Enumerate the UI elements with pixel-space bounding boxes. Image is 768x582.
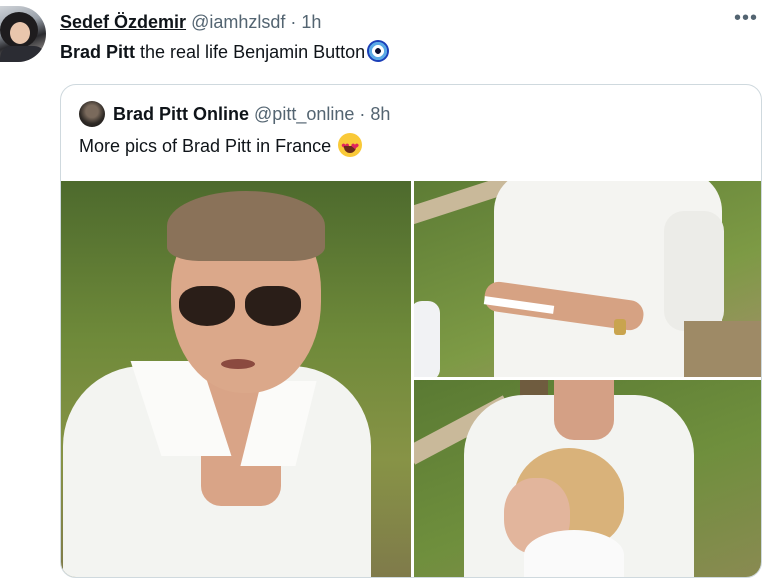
quoted-separator-dot: · (359, 104, 366, 124)
photo-3[interactable] (414, 380, 761, 577)
heart-eyes-emoji-icon (338, 133, 363, 161)
quoted-tweet[interactable]: Brad Pitt Online @pitt_online · 8h More … (60, 84, 762, 578)
author-avatar[interactable] (0, 6, 46, 62)
quoted-tweet-header: Brad Pitt Online @pitt_online · 8h (113, 101, 390, 127)
author-name[interactable]: Sedef Özdemir (60, 12, 186, 32)
tweet[interactable]: Sedef Özdemir @iamhzlsdf · 1h ••• Brad P… (0, 0, 768, 582)
quoted-tweet-text: More pics of Brad Pitt in France (79, 133, 363, 161)
media-grid (61, 181, 761, 577)
sunglasses-lens-left (179, 286, 235, 326)
separator-dot: · (290, 12, 297, 32)
avatar-face (10, 22, 30, 44)
sunglasses (179, 286, 301, 328)
photo-2[interactable] (414, 181, 761, 377)
quoted-author-name[interactable]: Brad Pitt Online (113, 104, 249, 124)
watch-icon (614, 319, 626, 335)
quoted-tweet-timestamp[interactable]: 8h (370, 104, 390, 124)
sunglasses-lens-right (245, 286, 301, 326)
photo-3-neck (554, 380, 614, 440)
quoted-text: More pics of Brad Pitt in France (79, 136, 332, 156)
photo-3-white-hat (524, 530, 624, 577)
quoted-author-avatar[interactable] (79, 101, 105, 127)
photo-1[interactable] (61, 181, 411, 577)
nazar-amulet-icon (367, 40, 390, 62)
tweet-text-bold: Brad Pitt (60, 42, 136, 62)
photo-2-side-figure (414, 301, 440, 377)
tweet-text: Brad Pitt the real life Benjamin Button (60, 40, 390, 64)
quoted-author-handle[interactable]: @pitt_online (254, 104, 354, 124)
tweet-header: Sedef Özdemir @iamhzlsdf · 1h (60, 10, 321, 34)
photo-2-sleeve (664, 211, 724, 331)
tweet-text-rest: the real life Benjamin Button (135, 42, 366, 62)
author-handle[interactable]: @iamhzlsdf (191, 12, 285, 32)
photo-2-ground (684, 321, 761, 377)
photo-1-mouth (221, 359, 255, 369)
photo-1-hair (167, 191, 325, 261)
more-options-icon[interactable]: ••• (734, 8, 758, 28)
tweet-timestamp[interactable]: 1h (301, 12, 321, 32)
avatar-shirt (0, 46, 46, 62)
